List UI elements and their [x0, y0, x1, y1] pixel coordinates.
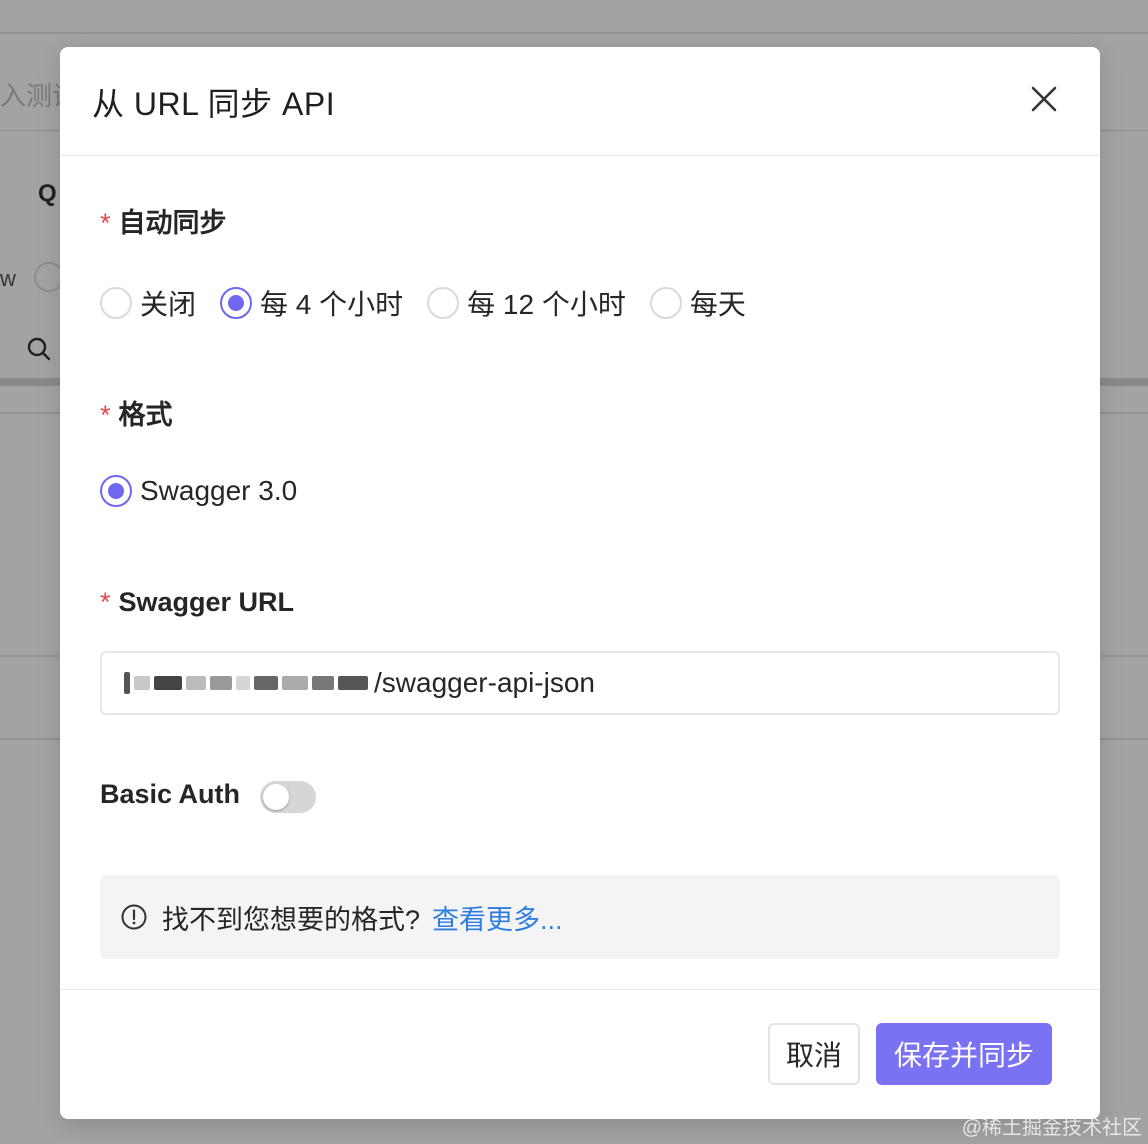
radio-option-label: 每 12 个小时: [467, 289, 626, 320]
radio-option-label: Swagger 3.0: [140, 475, 298, 506]
info-circle-icon: [121, 904, 147, 930]
radio-option-label: 关闭: [140, 289, 197, 320]
save-and-sync-button[interactable]: 保存并同步: [876, 1023, 1052, 1085]
watermark: @稀土掘金技术社区: [961, 1117, 1142, 1139]
sync-from-url-dialog: 从 URL 同步 API * 自动同步 关闭 每 4 个小时 每 12 个小时 每…: [60, 47, 1100, 1119]
format-label: * 格式: [100, 393, 173, 432]
radio-option-swagger-3[interactable]: Swagger 3.0: [100, 475, 297, 507]
dialog-footer-divider: [60, 989, 1100, 990]
format-radio-group: Swagger 3.0: [100, 475, 321, 507]
radio-option-daily[interactable]: 每天: [649, 283, 746, 323]
close-icon[interactable]: [1028, 83, 1060, 115]
swagger-url-value: /swagger-api-json: [374, 667, 595, 698]
cancel-button[interactable]: 取消: [768, 1023, 860, 1085]
radio-option-off[interactable]: 关闭: [100, 283, 196, 323]
dialog-header: 从 URL 同步 API: [60, 47, 1100, 156]
info-text: 找不到您想要的格式?: [162, 904, 421, 935]
radio-option-every-12-hours[interactable]: 每 12 个小时: [427, 283, 626, 323]
auto-sync-radio-group: 关闭 每 4 个小时 每 12 个小时 每天: [100, 283, 770, 323]
radio-circle-checked[interactable]: [220, 287, 253, 319]
radio-option-every-4-hours[interactable]: 每 4 个小时: [220, 283, 403, 323]
dialog-title: 从 URL 同步 API: [92, 86, 336, 122]
swagger-url-label-text: Swagger URL: [118, 587, 295, 617]
radio-circle[interactable]: [427, 287, 460, 319]
basic-auth-label: Basic Auth: [100, 779, 241, 809]
required-mark: *: [100, 400, 111, 430]
required-mark: *: [100, 587, 111, 617]
radio-option-label: 每 4 个小时: [260, 289, 404, 320]
auto-sync-label: * 自动同步: [100, 201, 227, 240]
swagger-url-input[interactable]: /swagger-api-json: [100, 651, 1060, 715]
see-more-link[interactable]: 查看更多...: [432, 898, 563, 937]
toggle-knob: [263, 784, 289, 810]
redacted-url-prefix: [124, 672, 372, 694]
radio-circle[interactable]: [100, 287, 132, 319]
radio-circle[interactable]: [649, 287, 682, 319]
required-mark: *: [100, 208, 111, 238]
basic-auth-toggle[interactable]: [260, 781, 316, 813]
auto-sync-label-text: 自动同步: [118, 208, 227, 238]
swagger-url-label: * Swagger URL: [100, 587, 294, 618]
radio-option-label: 每天: [689, 289, 746, 320]
radio-circle-checked[interactable]: [100, 475, 132, 507]
format-label-text: 格式: [118, 400, 173, 430]
info-notice: 找不到您想要的格式? 查看更多...: [100, 875, 1060, 959]
